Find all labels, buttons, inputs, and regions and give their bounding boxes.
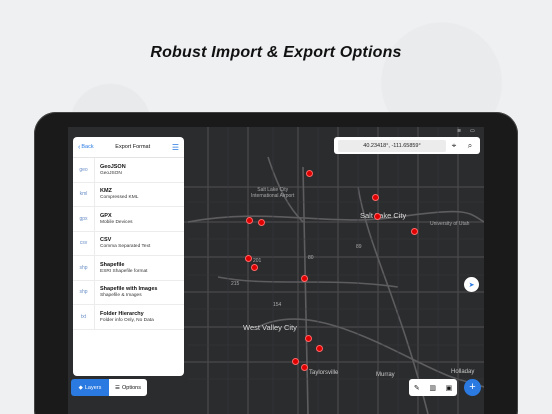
map-pin[interactable] <box>305 335 312 342</box>
file-type-icon: txt <box>73 305 95 329</box>
file-type-icon: geo <box>73 158 95 182</box>
panel-header: ‹ Back Export Format ☰ <box>73 137 184 158</box>
map-label-highway-154: 154 <box>273 302 282 308</box>
map-pin[interactable] <box>316 345 323 352</box>
format-name: Shapefile <box>100 261 125 268</box>
map-pin[interactable] <box>245 255 252 262</box>
format-desc: Comma Separated Text <box>100 244 151 250</box>
map-pin[interactable] <box>306 170 313 177</box>
crosshair-icon[interactable]: ⌖ <box>446 141 462 151</box>
compass-button[interactable]: ➤ <box>464 277 479 292</box>
search-icon[interactable]: ⌕ <box>462 141 478 151</box>
map-pin[interactable] <box>372 194 379 201</box>
map-pin[interactable] <box>246 217 253 224</box>
map-pin[interactable] <box>301 275 308 282</box>
app-screen: ≋ ▭ Salt Lake City International Airport… <box>68 127 484 414</box>
add-button[interactable]: + <box>464 379 481 396</box>
map-pin[interactable] <box>292 358 299 365</box>
map-pin[interactable] <box>411 228 418 235</box>
format-row-folder-hierarchy[interactable]: txt Folder Hierarchy Folder info Only, No… <box>73 305 184 330</box>
format-desc: Mobile Devices <box>100 219 133 225</box>
format-row-gpx[interactable]: gpx GPX Mobile Devices <box>73 207 184 232</box>
map-label-salt-lake-city: Salt Lake City <box>360 211 407 220</box>
file-type-icon: kml <box>73 182 95 206</box>
battery-icon: ▭ <box>470 128 475 134</box>
format-desc: Compressed KML <box>100 195 139 201</box>
map-label-highway-215: 215 <box>231 281 240 287</box>
format-name: KMZ <box>100 188 112 195</box>
layers-icon: ◆ <box>78 384 83 391</box>
map-pin[interactable] <box>251 264 258 271</box>
back-label: Back <box>81 144 94 150</box>
sliders-icon: ☰ <box>115 384 120 391</box>
map-label-highway-89: 89 <box>356 244 362 250</box>
map-label-university: University of Utah <box>430 221 470 227</box>
format-row-csv[interactable]: csv CSV Comma Separated Text <box>73 231 184 256</box>
panel-title: Export Format <box>115 144 151 150</box>
plus-icon: + <box>469 381 476 393</box>
coordinate-input[interactable]: 40.23418°, -111.65859° <box>338 139 446 152</box>
map-icon[interactable]: ▥ <box>429 384 436 392</box>
file-type-icon: csv <box>73 231 95 255</box>
map-label-west-valley: West Valley City <box>243 323 297 332</box>
drawing-toolbar: ✎ ▥ ▣ <box>409 379 457 396</box>
format-desc: Folder info Only, No Data <box>100 317 154 323</box>
layers-tab[interactable]: ◆ Layers <box>71 379 109 396</box>
headline: Robust Import & Export Options <box>150 44 402 61</box>
format-row-geojson[interactable]: geo GeoJSON GeoJSON <box>73 158 184 183</box>
file-type-icon: shp <box>73 280 95 304</box>
format-row-shapefile[interactable]: shp Shapefile ESRI Shapefile format <box>73 256 184 281</box>
map-pin[interactable] <box>301 364 308 371</box>
pencil-icon[interactable]: ✎ <box>414 384 420 392</box>
format-row-kmz[interactable]: kml KMZ Compressed KML <box>73 182 184 207</box>
format-name: Folder Hierarchy <box>100 310 144 317</box>
options-tab[interactable]: ☰ Options <box>109 379 147 396</box>
back-button[interactable]: ‹ Back <box>78 144 94 151</box>
wifi-icon: ≋ <box>457 128 462 134</box>
map-label-holladay: Holladay <box>451 369 475 375</box>
format-desc: ESRI Shapefile format <box>100 268 148 274</box>
chevron-left-icon: ‹ <box>78 143 81 151</box>
compass-icon: ➤ <box>468 281 475 289</box>
format-row-shapefile-images[interactable]: shp Shapefile with Images Shapefile & Ima… <box>73 280 184 305</box>
map-label-highway-80: 80 <box>308 255 314 261</box>
sliders-icon[interactable]: ☰ <box>172 143 179 152</box>
format-name: Shapefile with Images <box>100 286 158 293</box>
layers-label: Layers <box>84 384 102 391</box>
layers-options-toggle: ◆ Layers ☰ Options <box>71 379 147 396</box>
format-name: CSV <box>100 237 112 244</box>
export-format-panel: ‹ Back Export Format ☰ geo GeoJSON GeoJSO… <box>73 137 184 376</box>
format-name: GeoJSON <box>100 163 126 170</box>
file-type-icon: gpx <box>73 207 95 231</box>
map-label-taylorsville: Taylorsville <box>309 370 339 376</box>
map-pin[interactable] <box>374 213 381 220</box>
format-name: GPX <box>100 212 112 219</box>
options-label: Options <box>121 384 141 391</box>
map-label-airport: Salt Lake City International Airport <box>251 187 295 199</box>
file-type-icon: shp <box>73 256 95 280</box>
map-label-murray: Murray <box>376 372 395 378</box>
map-pin[interactable] <box>258 219 265 226</box>
coordinate-search-bar: 40.23418°, -111.65859° ⌖ ⌕ <box>334 137 480 154</box>
format-desc: GeoJSON <box>100 170 122 176</box>
edit-box-icon[interactable]: ▣ <box>446 384 453 392</box>
format-desc: Shapefile & Images <box>100 293 142 299</box>
